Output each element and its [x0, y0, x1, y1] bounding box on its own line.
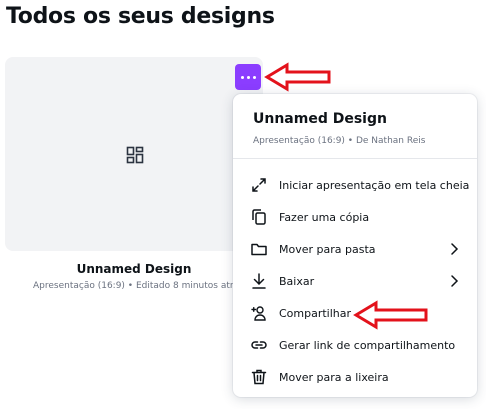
- chevron-right-icon: [451, 275, 459, 287]
- dot-icon: [246, 75, 250, 79]
- menu-item-label: Iniciar apresentação em tela cheia: [279, 178, 470, 192]
- annotation-arrow-icon: [264, 62, 331, 92]
- page-title: Todos os seus designs: [6, 4, 275, 29]
- trash-icon: [251, 369, 267, 385]
- menu-item-move-to-folder[interactable]: Mover para pasta: [241, 235, 469, 263]
- design-options-menu: Unnamed Design Apresentação (16:9) • De …: [233, 94, 477, 397]
- menu-item-label: Mover para a lixeira: [279, 370, 389, 384]
- design-name[interactable]: Unnamed Design: [5, 262, 263, 276]
- share-people-icon: [251, 306, 266, 321]
- menu-item-label: Baixar: [279, 274, 315, 288]
- menu-divider: [233, 158, 477, 159]
- menu-item-fullscreen-presentation[interactable]: Iniciar apresentação em tela cheia: [241, 171, 469, 199]
- copy-icon: [252, 209, 266, 225]
- design-meta: Apresentação (16:9) • Editado 8 minutos …: [33, 281, 244, 291]
- menu-item-label: Compartilhar: [279, 306, 352, 320]
- annotation-arrow-icon: [353, 300, 428, 330]
- dot-icon: [240, 75, 244, 79]
- menu-item-copy[interactable]: Fazer uma cópia: [241, 203, 469, 231]
- fullscreen-icon: [252, 178, 266, 192]
- menu-item-move-to-trash[interactable]: Mover para a lixeira: [241, 363, 469, 391]
- more-options-button[interactable]: [235, 64, 261, 90]
- link-icon: [251, 341, 267, 349]
- chevron-right-icon: [451, 243, 459, 255]
- layout-grid-icon: [126, 146, 144, 164]
- menu-item-download[interactable]: Baixar: [241, 267, 469, 295]
- folder-icon: [251, 243, 267, 256]
- menu-title: Unnamed Design: [253, 111, 387, 127]
- download-icon: [252, 273, 266, 289]
- menu-item-label: Gerar link de compartilhamento: [279, 338, 456, 352]
- menu-subtitle: Apresentação (16:9) • De Nathan Reis: [253, 136, 426, 146]
- menu-item-label: Fazer uma cópia: [279, 210, 370, 224]
- dot-icon: [252, 75, 256, 79]
- design-thumbnail[interactable]: [5, 57, 263, 251]
- menu-item-label: Mover para pasta: [279, 242, 376, 256]
- menu-item-share-link[interactable]: Gerar link de compartilhamento: [241, 331, 469, 359]
